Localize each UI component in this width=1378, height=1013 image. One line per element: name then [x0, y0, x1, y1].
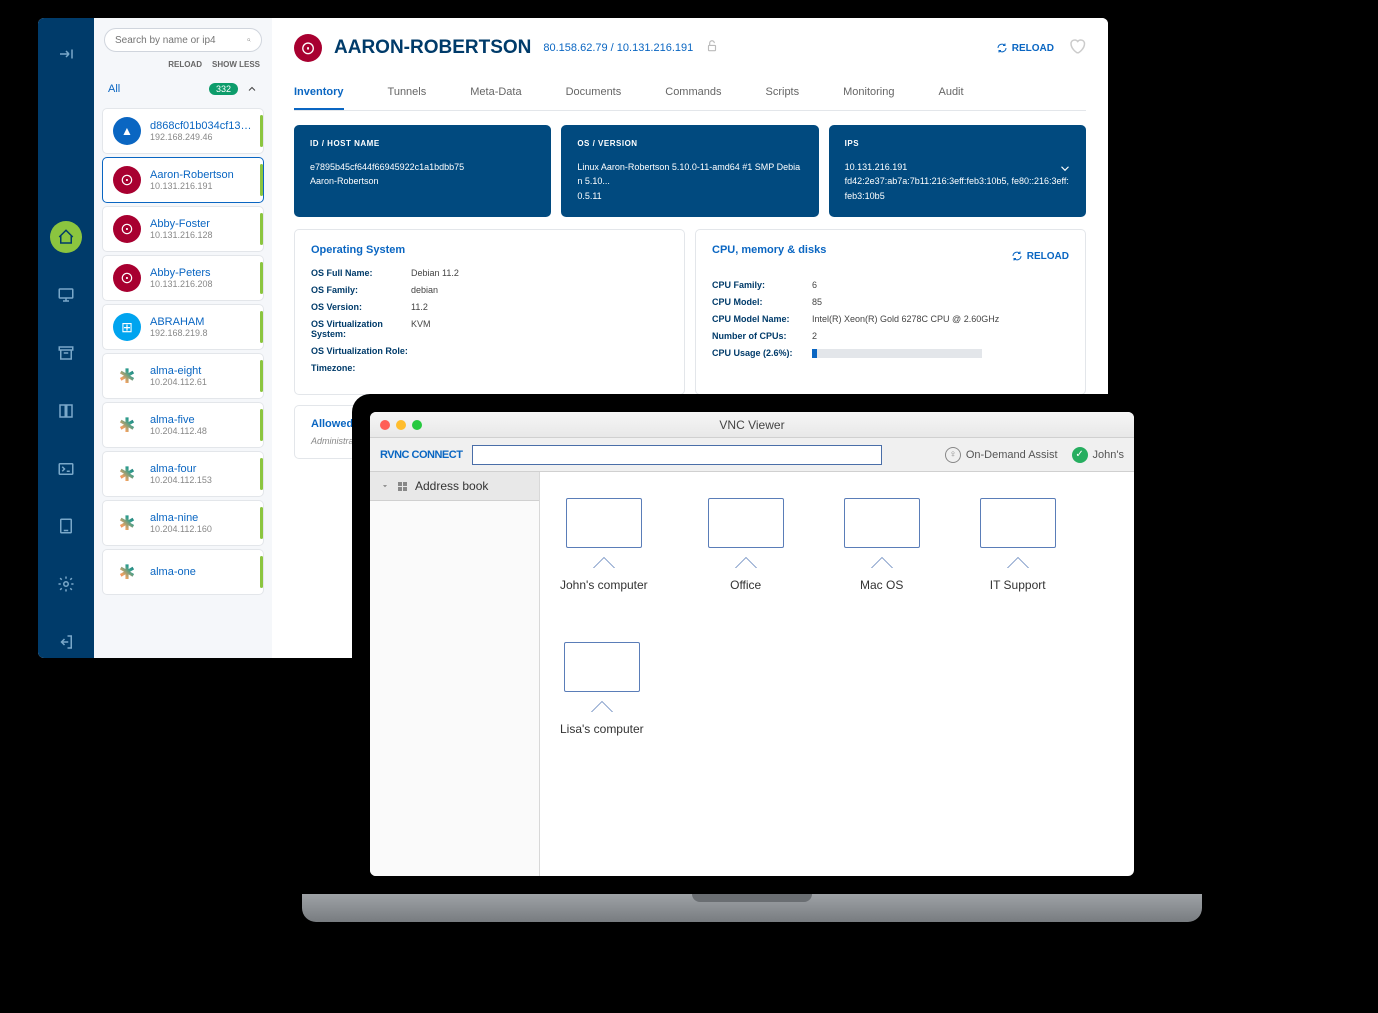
all-filter-row[interactable]: All 332	[94, 73, 272, 105]
header-ips: 80.158.62.79 / 10.131.216.191	[543, 42, 693, 54]
vnc-titlebar: VNC Viewer	[370, 412, 1134, 438]
client-item[interactable]: alma-one	[102, 549, 264, 595]
vnc-window: VNC Viewer RVNC CONNECT ♀ On-Demand Assi…	[370, 412, 1134, 876]
monitor-icon	[980, 498, 1056, 548]
alma-icon	[113, 558, 141, 586]
info-cards: ID / HOST NAME e7895b45cf644f66945922c1a…	[294, 125, 1086, 217]
tab-monitoring[interactable]: Monitoring	[843, 76, 894, 110]
mountain-icon	[113, 117, 141, 145]
vnc-computer-grid: John's computer Office Mac OS IT Support Lis…	[540, 472, 1134, 876]
computer-item[interactable]: John's computer	[560, 498, 648, 592]
reload-button[interactable]: RELOAD	[996, 42, 1054, 54]
computer-item[interactable]: Office	[708, 498, 784, 592]
vnc-toolbar: RVNC CONNECT ♀ On-Demand Assist ✓ John's	[370, 438, 1134, 472]
os-panel-title: Operating System	[311, 244, 668, 256]
tab-scripts[interactable]: Scripts	[766, 76, 800, 110]
sidebar-reload[interactable]: RELOAD	[168, 60, 202, 69]
client-item[interactable]: Aaron-Robertson10.131.216.191	[102, 157, 264, 203]
lock-icon	[705, 39, 719, 58]
client-sidebar: RELOAD SHOW LESS All 332 d868cf01b034cf1…	[94, 18, 272, 658]
vnc-address-input[interactable]	[472, 445, 882, 465]
nav-book-icon[interactable]	[50, 395, 82, 427]
monitor-icon	[708, 498, 784, 548]
tab-tunnels[interactable]: Tunnels	[388, 76, 427, 110]
debian-icon	[113, 166, 141, 194]
nav-logout-icon[interactable]	[50, 626, 82, 658]
chevron-up-icon	[246, 83, 258, 95]
card-ips: IPS 10.131.216.191fd42:2e37:ab7a:7b11:21…	[829, 125, 1086, 217]
client-item[interactable]: alma-four10.204.112.153	[102, 451, 264, 497]
chevron-down-icon[interactable]	[1058, 162, 1072, 181]
tab-commands[interactable]: Commands	[665, 76, 721, 110]
computer-item[interactable]: Lisa's computer	[560, 642, 644, 736]
headset-icon: ♀	[945, 447, 961, 463]
tab-documents[interactable]: Documents	[566, 76, 622, 110]
os-panel: Operating System OS Full Name:Debian 11.…	[294, 229, 685, 395]
chevron-down-icon	[380, 481, 390, 491]
nav-device-icon[interactable]	[50, 510, 82, 542]
debian-icon	[113, 215, 141, 243]
cpu-panel: CPU, memory & disks RELOAD CPU Family:6C…	[695, 229, 1086, 395]
client-list: d868cf01b034cf132f...192.168.249.46 Aaro…	[94, 105, 272, 658]
monitor-icon	[566, 498, 642, 548]
cpu-reload-button[interactable]: RELOAD	[1011, 250, 1069, 262]
debian-icon	[113, 264, 141, 292]
computer-item[interactable]: Mac OS	[844, 498, 920, 592]
maximize-icon[interactable]	[412, 420, 422, 430]
vnc-sidebar: Address book	[370, 472, 540, 876]
tab-audit[interactable]: Audit	[938, 76, 963, 110]
user-account-button[interactable]: ✓ John's	[1072, 447, 1124, 463]
cpu-panel-title: CPU, memory & disks	[712, 244, 826, 256]
vnc-window-title: VNC Viewer	[719, 418, 784, 432]
header-row: AARON-ROBERTSON 80.158.62.79 / 10.131.21…	[294, 34, 1086, 62]
search-box[interactable]	[104, 28, 262, 52]
nav-archive-icon[interactable]	[50, 337, 82, 369]
alma-icon	[113, 460, 141, 488]
computer-item[interactable]: IT Support	[980, 498, 1056, 592]
monitor-icon	[564, 642, 640, 692]
nav-terminal-icon[interactable]	[50, 453, 82, 485]
search-input[interactable]	[115, 35, 247, 46]
nav-settings-icon[interactable]	[50, 568, 82, 600]
laptop-frame: VNC Viewer RVNC CONNECT ♀ On-Demand Assi…	[302, 394, 1202, 944]
on-demand-assist-button[interactable]: ♀ On-Demand Assist	[945, 447, 1058, 463]
address-book-header[interactable]: Address book	[370, 472, 539, 501]
grid-icon	[398, 482, 407, 491]
client-item[interactable]: alma-nine10.204.112.160	[102, 500, 264, 546]
nav-logo-icon[interactable]	[50, 38, 82, 70]
tab-inventory[interactable]: Inventory	[294, 76, 344, 110]
tab-meta-data[interactable]: Meta-Data	[470, 76, 521, 110]
vnc-logo: RVNC CONNECT	[380, 449, 462, 461]
alma-icon	[113, 362, 141, 390]
client-item[interactable]: d868cf01b034cf132f...192.168.249.46	[102, 108, 264, 154]
page-title: AARON-ROBERTSON	[334, 37, 531, 59]
card-id-host: ID / HOST NAME e7895b45cf644f66945922c1a…	[294, 125, 551, 217]
check-icon: ✓	[1072, 447, 1088, 463]
monitor-icon	[844, 498, 920, 548]
nav-monitor-icon[interactable]	[50, 279, 82, 311]
all-label: All	[108, 83, 120, 95]
all-count-badge: 332	[209, 83, 238, 95]
client-item[interactable]: ABRAHAM192.168.219.8	[102, 304, 264, 350]
cpu-usage-bar	[812, 349, 982, 358]
minimize-icon[interactable]	[396, 420, 406, 430]
laptop-base	[302, 894, 1202, 922]
favorite-icon[interactable]	[1068, 37, 1086, 60]
alma-icon	[113, 411, 141, 439]
client-item[interactable]: Abby-Peters10.131.216.208	[102, 255, 264, 301]
client-item[interactable]: alma-eight10.204.112.61	[102, 353, 264, 399]
nav-rail	[38, 18, 94, 658]
windows-icon	[113, 313, 141, 341]
search-icon	[247, 33, 251, 47]
header-os-icon	[294, 34, 322, 62]
nav-home-icon[interactable]	[50, 221, 82, 253]
alma-icon	[113, 509, 141, 537]
client-item[interactable]: alma-five10.204.112.48	[102, 402, 264, 448]
tabs: Inventory Tunnels Meta-Data Documents Comman…	[294, 76, 1086, 111]
sidebar-showless[interactable]: SHOW LESS	[212, 60, 260, 69]
close-icon[interactable]	[380, 420, 390, 430]
card-os-version: OS / VERSION Linux Aaron-Robertson 5.10.…	[561, 125, 818, 217]
client-item[interactable]: Abby-Foster10.131.216.128	[102, 206, 264, 252]
